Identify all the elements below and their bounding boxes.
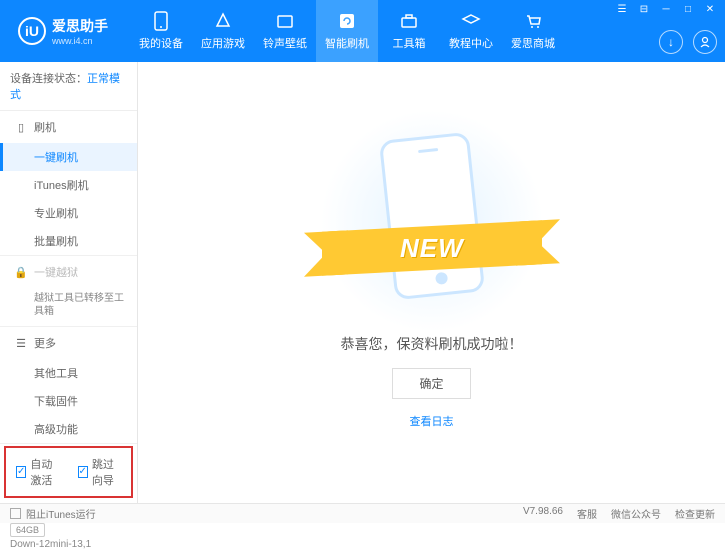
main-content: NEW 恭喜您，保资料刷机成功啦！ 确定 查看日志 <box>138 62 725 503</box>
nav-label: 应用游戏 <box>201 35 245 51</box>
checkbox-icon: ✓ <box>78 466 88 478</box>
view-log-link[interactable]: 查看日志 <box>410 413 454 429</box>
main-nav: 我的设备 应用游戏 铃声壁纸 智能刷机 工具箱 教程中心 爱思商城 <box>130 0 564 62</box>
app-title: 爱思助手 <box>52 16 108 36</box>
menu-icon[interactable]: ☰ <box>615 4 629 15</box>
download-icon[interactable]: ↓ <box>659 30 683 54</box>
jailbreak-note: 越狱工具已转移至工具箱 <box>0 288 137 326</box>
success-illustration: NEW <box>332 136 532 306</box>
section-more[interactable]: ☰ 更多 <box>0 327 137 359</box>
app-header: iU 爱思助手 www.i4.cn 我的设备 应用游戏 铃声壁纸 智能刷机 工具… <box>0 0 725 62</box>
graduation-icon <box>461 11 481 31</box>
apps-icon <box>213 11 233 31</box>
nav-label: 我的设备 <box>139 35 183 51</box>
nav-label: 智能刷机 <box>325 35 369 51</box>
support-link[interactable]: 客服 <box>577 506 597 521</box>
sidebar: 设备连接状态：正常模式 ▯ 刷机 一键刷机 iTunes刷机 专业刷机 批量刷机… <box>0 62 138 503</box>
check-update-link[interactable]: 检查更新 <box>675 506 715 521</box>
app-url: www.i4.cn <box>52 36 108 46</box>
storage-badge: 64GB <box>10 523 45 537</box>
sidebar-item-itunes-flash[interactable]: iTunes刷机 <box>0 171 137 199</box>
nav-my-device[interactable]: 我的设备 <box>130 0 192 62</box>
maximize-icon[interactable]: □ <box>681 4 695 15</box>
nav-tutorials[interactable]: 教程中心 <box>440 0 502 62</box>
nav-ringtones[interactable]: 铃声壁纸 <box>254 0 316 62</box>
device-icon: ▯ <box>14 121 28 134</box>
minimize-icon[interactable]: ─ <box>659 4 673 15</box>
folder-icon <box>275 11 295 31</box>
pin-icon[interactable]: ⊟ <box>637 4 651 15</box>
nav-toolbox[interactable]: 工具箱 <box>378 0 440 62</box>
sidebar-item-pro-flash[interactable]: 专业刷机 <box>0 199 137 227</box>
nav-label: 教程中心 <box>449 35 493 51</box>
nav-smart-flash[interactable]: 智能刷机 <box>316 0 378 62</box>
close-icon[interactable]: ✕ <box>703 4 717 15</box>
success-message: 恭喜您，保资料刷机成功啦！ <box>341 334 523 354</box>
hamburger-icon: ☰ <box>14 337 28 350</box>
version-label: V7.98.66 <box>523 506 563 521</box>
lock-icon: 🔒 <box>14 266 28 279</box>
section-flash[interactable]: ▯ 刷机 <box>0 111 137 143</box>
wechat-link[interactable]: 微信公众号 <box>611 506 661 521</box>
sidebar-item-download-firmware[interactable]: 下载固件 <box>0 387 137 415</box>
checkbox-icon: ✓ <box>16 466 26 478</box>
nav-label: 铃声壁纸 <box>263 35 307 51</box>
checkbox-auto-activate[interactable]: ✓ 自动激活 <box>16 456 60 488</box>
nav-apps[interactable]: 应用游戏 <box>192 0 254 62</box>
phone-icon <box>151 11 171 31</box>
sidebar-item-advanced[interactable]: 高级功能 <box>0 415 137 443</box>
checkbox-block-itunes[interactable] <box>10 508 21 519</box>
refresh-icon <box>337 11 357 31</box>
phone-illustration-icon <box>378 132 484 301</box>
sidebar-item-oneclick-flash[interactable]: 一键刷机 <box>0 143 137 171</box>
sidebar-item-batch-flash[interactable]: 批量刷机 <box>0 227 137 255</box>
toolbox-icon <box>399 11 419 31</box>
status-bar: 阻止iTunes运行 V7.98.66 客服 微信公众号 检查更新 <box>0 503 725 523</box>
cart-icon <box>523 11 543 31</box>
sidebar-item-other-tools[interactable]: 其他工具 <box>0 359 137 387</box>
device-version: Down-12mini-13,1 <box>10 539 127 550</box>
nav-label: 工具箱 <box>393 35 426 51</box>
logo-icon: iU <box>18 17 46 45</box>
logo-area: iU 爱思助手 www.i4.cn <box>8 16 118 46</box>
checkbox-skip-guide[interactable]: ✓ 跳过向导 <box>78 456 122 488</box>
user-icon[interactable] <box>693 30 717 54</box>
window-controls: ☰ ⊟ ─ □ ✕ <box>615 4 717 15</box>
nav-label: 爱思商城 <box>511 35 555 51</box>
ok-button[interactable]: 确定 <box>392 368 470 399</box>
section-jailbreak: 🔒 一键越狱 <box>0 256 137 288</box>
block-itunes-label: 阻止iTunes运行 <box>26 506 96 521</box>
options-highlighted: ✓ 自动激活 ✓ 跳过向导 <box>4 446 133 498</box>
nav-store[interactable]: 爱思商城 <box>502 0 564 62</box>
connection-status: 设备连接状态：正常模式 <box>0 62 137 111</box>
